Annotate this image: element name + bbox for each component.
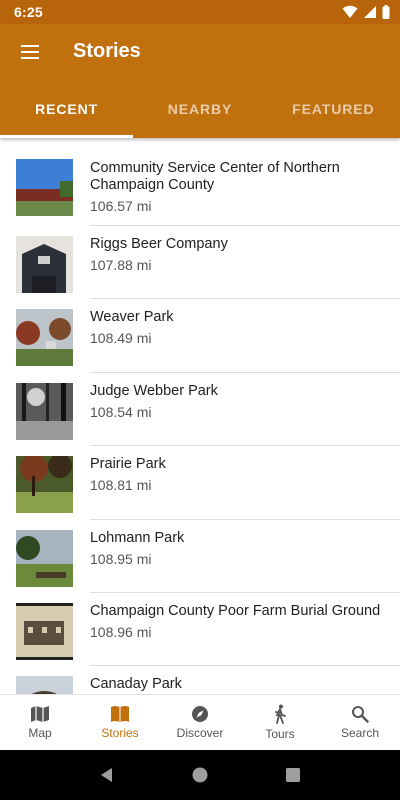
story-text: Prairie Park 108.81 mi: [90, 456, 384, 493]
story-distance: 108.96 mi: [90, 623, 152, 640]
menu-icon: [21, 45, 39, 59]
tab-bar: RECENT NEARBY FEATURED: [0, 80, 400, 138]
story-thumbnail: [16, 529, 73, 587]
nav-search[interactable]: Search: [320, 695, 400, 750]
nav-map-label: Map: [28, 726, 52, 740]
story-title: Judge Webber Park: [90, 382, 218, 399]
story-title: Canaday Park: [90, 676, 182, 693]
story-thumbnail: [16, 456, 73, 514]
bottom-nav: Map Stories Discover Tours Search: [0, 694, 400, 750]
story-item[interactable]: Judge Webber Park 108.54 mi: [0, 373, 400, 447]
status-bar: 6:25: [0, 0, 400, 24]
story-text: Judge Webber Park 108.54 mi: [90, 383, 384, 420]
nav-discover[interactable]: Discover: [160, 695, 240, 750]
story-thumbnail: [16, 602, 73, 660]
story-thumbnail: [16, 382, 73, 440]
story-distance: 106.57 mi: [90, 198, 152, 214]
menu-button[interactable]: [10, 32, 50, 72]
battery-icon: [382, 5, 390, 19]
story-distance: 108.54 mi: [90, 403, 152, 420]
story-item[interactable]: Champaign County Poor Farm Burial Ground…: [0, 593, 400, 667]
story-item[interactable]: Prairie Park 108.81 mi: [0, 446, 400, 520]
signal-icon: [364, 6, 376, 18]
story-text: Community Service Center of Northern Cha…: [90, 160, 384, 214]
page-title: Stories: [73, 40, 141, 62]
story-item[interactable]: Community Service Center of Northern Cha…: [0, 140, 400, 226]
story-title: Champaign County Poor Farm Burial Ground: [90, 602, 381, 619]
story-title: Weaver Park: [90, 309, 174, 326]
system-nav-bar: [0, 750, 400, 800]
story-text: Weaver Park 108.49 mi: [90, 309, 384, 346]
story-text: Champaign County Poor Farm Burial Ground…: [90, 603, 384, 640]
story-distance: 108.95 mi: [90, 550, 152, 567]
home-icon[interactable]: [191, 766, 209, 784]
nav-tours-label: Tours: [265, 727, 295, 741]
story-text: Lohmann Park 108.95 mi: [90, 530, 384, 567]
status-time: 6:25: [14, 4, 43, 20]
story-text: Riggs Beer Company 107.88 mi: [90, 236, 384, 273]
story-item[interactable]: Riggs Beer Company 107.88 mi: [0, 226, 400, 300]
nav-search-label: Search: [340, 726, 380, 740]
story-thumbnail: [16, 236, 73, 293]
map-icon: [31, 706, 49, 722]
story-thumbnail: [16, 309, 73, 367]
story-item[interactable]: Canaday Park: [0, 666, 400, 694]
compass-icon: [192, 706, 208, 722]
status-icons: [342, 5, 390, 19]
tab-nearby[interactable]: NEARBY: [133, 80, 266, 138]
story-item[interactable]: Weaver Park 108.49 mi: [0, 299, 400, 373]
story-text: Canaday Park: [90, 676, 384, 694]
story-distance: 108.81 mi: [90, 477, 152, 494]
nav-map[interactable]: Map: [0, 695, 80, 750]
walking-icon: [275, 704, 286, 724]
story-title: Community Service Center of Northern Cha…: [90, 160, 340, 193]
search-icon: [352, 706, 369, 723]
recents-icon[interactable]: [284, 766, 302, 784]
tab-featured[interactable]: FEATURED: [267, 80, 400, 138]
app-bar: Stories: [0, 24, 400, 80]
story-title: Riggs Beer Company: [90, 236, 228, 252]
tab-recent[interactable]: RECENT: [0, 80, 134, 138]
story-distance: 108.49 mi: [90, 330, 152, 347]
back-icon[interactable]: [98, 766, 116, 784]
nav-discover-label: Discover: [176, 726, 224, 740]
nav-tours[interactable]: Tours: [240, 695, 320, 750]
story-item[interactable]: Lohmann Park 108.95 mi: [0, 520, 400, 593]
nav-stories[interactable]: Stories: [80, 695, 160, 750]
nav-stories-label: Stories: [101, 726, 139, 740]
book-icon: [111, 706, 129, 722]
wifi-icon: [342, 5, 358, 18]
story-thumbnail: [16, 676, 73, 694]
story-list[interactable]: Community Service Center of Northern Cha…: [0, 140, 400, 694]
story-title: Prairie Park: [90, 456, 166, 473]
story-distance: 107.88 mi: [90, 257, 152, 273]
story-title: Lohmann Park: [90, 529, 185, 546]
story-thumbnail: [16, 159, 73, 216]
